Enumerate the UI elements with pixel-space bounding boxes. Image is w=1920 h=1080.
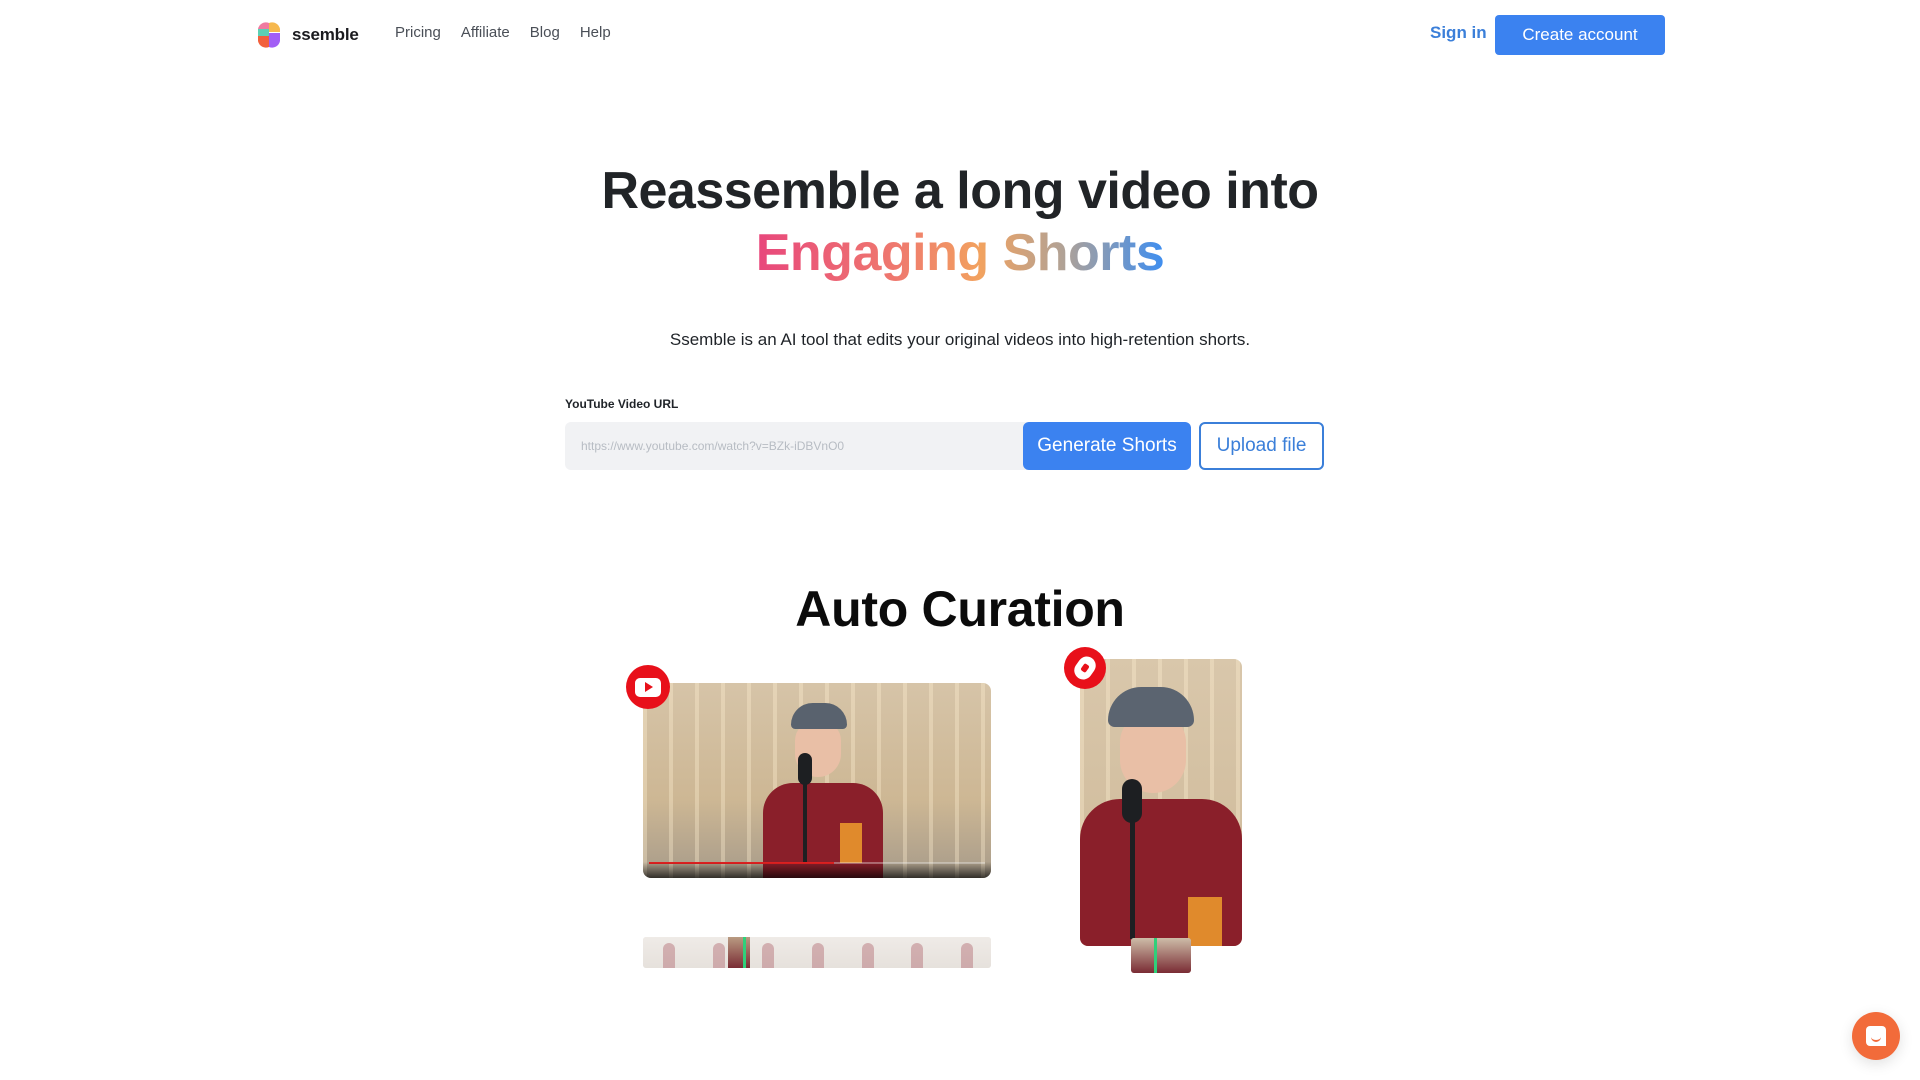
sign-in-link[interactable]: Sign in [1430,23,1487,43]
main-nav: Pricing Affiliate Blog Help [395,24,611,41]
site-header: ssemble Pricing Affiliate Blog Help Sign… [0,0,1920,70]
hero-word-engaging: Engaging [755,224,989,282]
shorts-glyph [1070,653,1100,683]
frame-figure [812,943,825,968]
frame-figure [861,943,874,968]
hero-title-highlight: Engaging Shorts [756,224,1165,282]
film-frame [643,937,693,968]
source-timeline-filmstrip[interactable] [643,937,991,968]
nav-help[interactable]: Help [580,24,611,41]
nav-blog[interactable]: Blog [530,24,560,41]
short-frame-thumb [1161,938,1191,973]
selected-clip-segment [728,937,750,968]
person-cap [791,703,847,729]
create-account-button[interactable]: Create account [1495,15,1665,55]
film-frame [841,937,892,968]
url-field-label: YouTube Video URL [565,397,679,411]
short-timeline-strip[interactable] [1131,938,1191,973]
source-video-preview[interactable] [643,683,991,878]
logo-link[interactable]: ssemble [254,20,359,50]
hero-title-line1: Reassemble a long video into [601,162,1319,220]
snack-box [1188,897,1222,946]
film-frame [941,937,991,968]
auto-curation-title: Auto Curation [795,581,1125,637]
video-controls-bar[interactable] [643,862,991,878]
nav-affiliate[interactable]: Affiliate [461,24,510,41]
ssemble-logo-icon [254,20,284,50]
video-person [763,703,883,878]
frame-figure [961,943,974,968]
chat-icon [1866,1026,1886,1046]
upload-file-button[interactable]: Upload file [1199,422,1324,470]
youtube-shorts-icon [1064,647,1106,689]
hero-word-shorts: Shorts [1002,224,1165,282]
film-frame [891,937,942,968]
film-frame [792,937,842,968]
youtube-url-input[interactable] [565,422,1027,470]
youtube-play-rect [635,677,661,697]
frame-figure [911,943,924,968]
microphone-stand [1130,819,1135,939]
short-person [1080,679,1242,946]
generate-shorts-button[interactable]: Generate Shorts [1023,422,1191,470]
brand-name: ssemble [292,25,359,44]
snack-box [840,823,862,863]
play-triangle-icon [645,682,653,692]
hero-subtitle: Ssemble is an AI tool that edits your or… [669,330,1251,349]
frame-figure [712,943,725,968]
timeline-playhead[interactable] [743,937,746,968]
microphone [798,753,812,785]
frame-figure [762,943,775,968]
hero-title: Reassemble a long video into Engaging Sh… [0,160,1920,284]
nav-pricing[interactable]: Pricing [395,24,441,41]
chat-widget-button[interactable] [1852,1012,1900,1060]
frame-figure [662,943,675,968]
microphone-stand [803,783,807,863]
generated-short-preview[interactable] [1080,659,1242,946]
short-playhead[interactable] [1154,938,1157,973]
person-cap [1108,687,1194,727]
youtube-icon [626,665,670,709]
microphone [1122,779,1142,823]
